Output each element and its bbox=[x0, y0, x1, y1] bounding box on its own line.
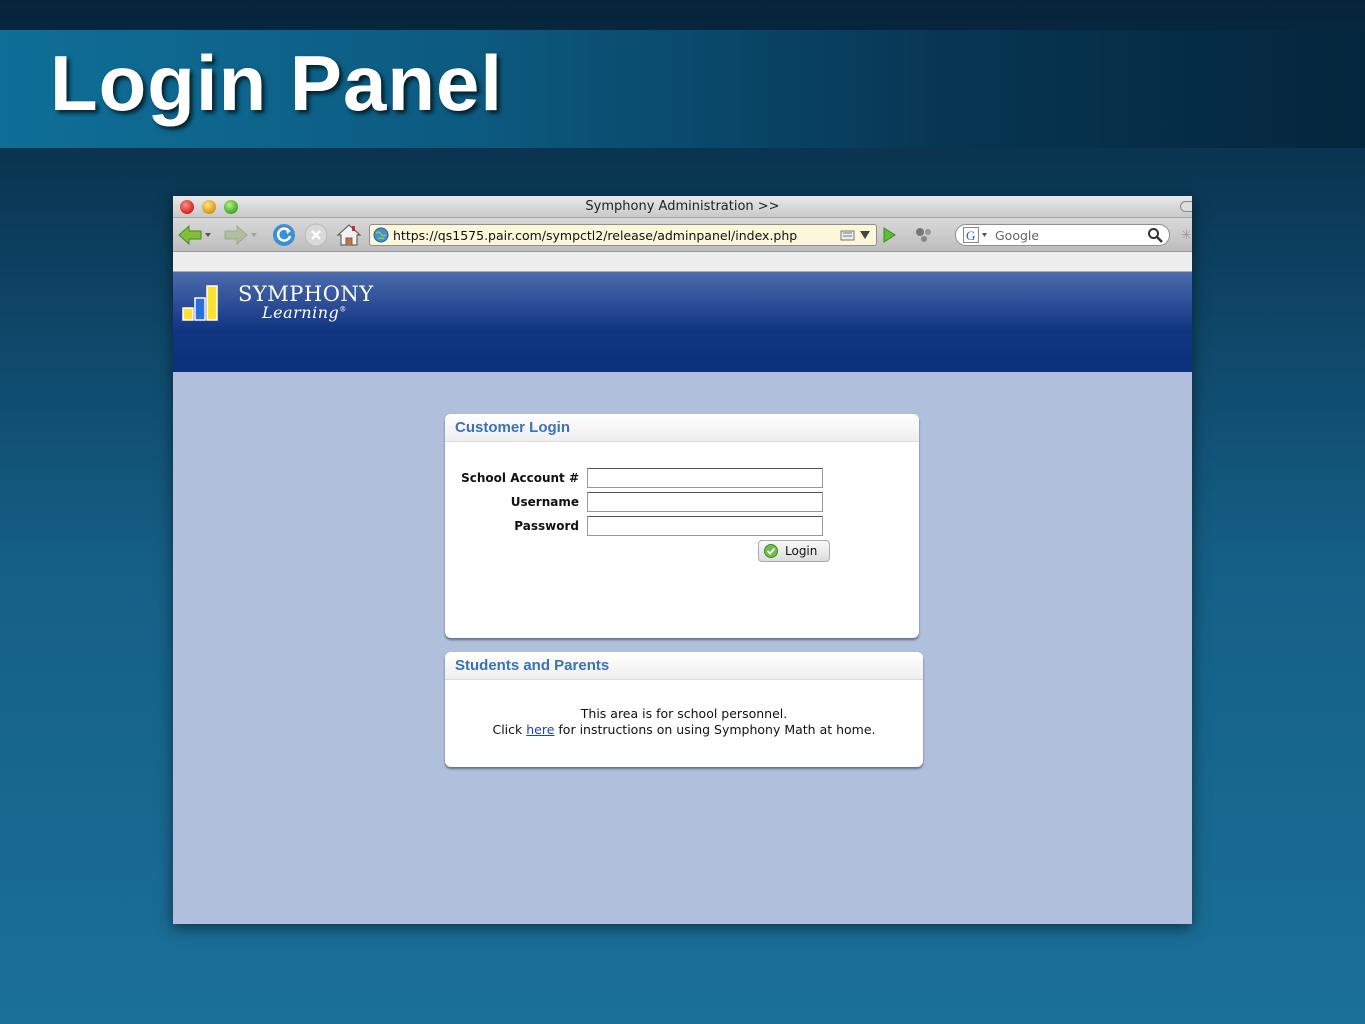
password-label: Password bbox=[514, 519, 579, 533]
search-placeholder: Google bbox=[995, 227, 1040, 243]
logo-registered-mark: ® bbox=[339, 305, 347, 314]
stop-icon[interactable] bbox=[303, 223, 329, 247]
username-field[interactable] bbox=[587, 492, 823, 512]
here-link[interactable]: here bbox=[526, 722, 554, 737]
url-text: https://qs1575.pair.com/sympctl2/release… bbox=[393, 227, 798, 243]
customer-login-title: Customer Login bbox=[455, 419, 570, 436]
students-parents-header: Students and Parents bbox=[445, 652, 923, 680]
globe-icon bbox=[373, 227, 389, 243]
toolbar-toggle-icon[interactable] bbox=[1180, 201, 1192, 212]
go-arrow-icon[interactable] bbox=[879, 225, 899, 245]
bookmarks-bar bbox=[173, 252, 1192, 272]
extension-icon[interactable] bbox=[913, 225, 935, 245]
rss-feed-icon[interactable] bbox=[840, 228, 856, 242]
window-title: Symphony Administration >> bbox=[585, 199, 780, 214]
students-parents-panel: Students and Parents This area is for sc… bbox=[445, 652, 923, 767]
students-parents-title: Students and Parents bbox=[455, 657, 610, 674]
personnel-notice: This area is for school personnel. bbox=[580, 706, 788, 721]
svg-text:G: G bbox=[966, 228, 975, 243]
window-titlebar: Symphony Administration >> bbox=[173, 196, 1192, 218]
forward-arrow-icon[interactable] bbox=[223, 223, 259, 247]
customer-login-panel: Customer Login School Account # Username… bbox=[445, 414, 919, 638]
back-arrow-icon[interactable] bbox=[177, 223, 213, 247]
address-bar[interactable]: https://qs1575.pair.com/sympctl2/release… bbox=[369, 224, 877, 246]
search-input[interactable]: G Google bbox=[955, 224, 1170, 246]
customer-login-header: Customer Login bbox=[445, 414, 919, 442]
logo: SYMPHONY Learning® bbox=[238, 282, 374, 322]
slide-title: Login Panel bbox=[50, 39, 504, 127]
search-icon[interactable] bbox=[1147, 227, 1163, 243]
dropdown-arrow-icon[interactable] bbox=[860, 231, 870, 239]
activity-spinner-icon: ✳ bbox=[1181, 228, 1192, 243]
google-icon[interactable]: G bbox=[963, 227, 989, 243]
school-account-field[interactable] bbox=[587, 468, 823, 488]
instructions-prefix: Click bbox=[492, 722, 523, 737]
instructions-line: Click here for instructions on using Sym… bbox=[445, 722, 923, 738]
checkmark-icon bbox=[764, 544, 778, 558]
logo-bars-icon bbox=[181, 282, 225, 324]
students-parents-body: This area is for school personnel. Click… bbox=[445, 680, 923, 738]
school-account-row: School Account # bbox=[445, 468, 823, 488]
password-row: Password bbox=[445, 516, 823, 536]
logo-learning-text: Learning bbox=[262, 303, 340, 322]
navigation-toolbar: https://qs1575.pair.com/sympctl2/release… bbox=[173, 218, 1192, 252]
login-button[interactable]: Login bbox=[758, 540, 830, 562]
page-header: SYMPHONY Learning® bbox=[173, 272, 1192, 372]
school-account-label: School Account # bbox=[461, 471, 579, 485]
browser-window: Symphony Administration >> https://qs157… bbox=[173, 196, 1192, 924]
username-row: Username bbox=[445, 492, 823, 512]
username-label: Username bbox=[510, 495, 579, 509]
home-icon[interactable] bbox=[335, 223, 363, 247]
login-button-label: Login bbox=[785, 544, 818, 558]
instructions-suffix: for instructions on using Symphony Math … bbox=[558, 722, 876, 737]
password-field[interactable] bbox=[587, 516, 823, 536]
reload-icon[interactable] bbox=[271, 223, 297, 247]
